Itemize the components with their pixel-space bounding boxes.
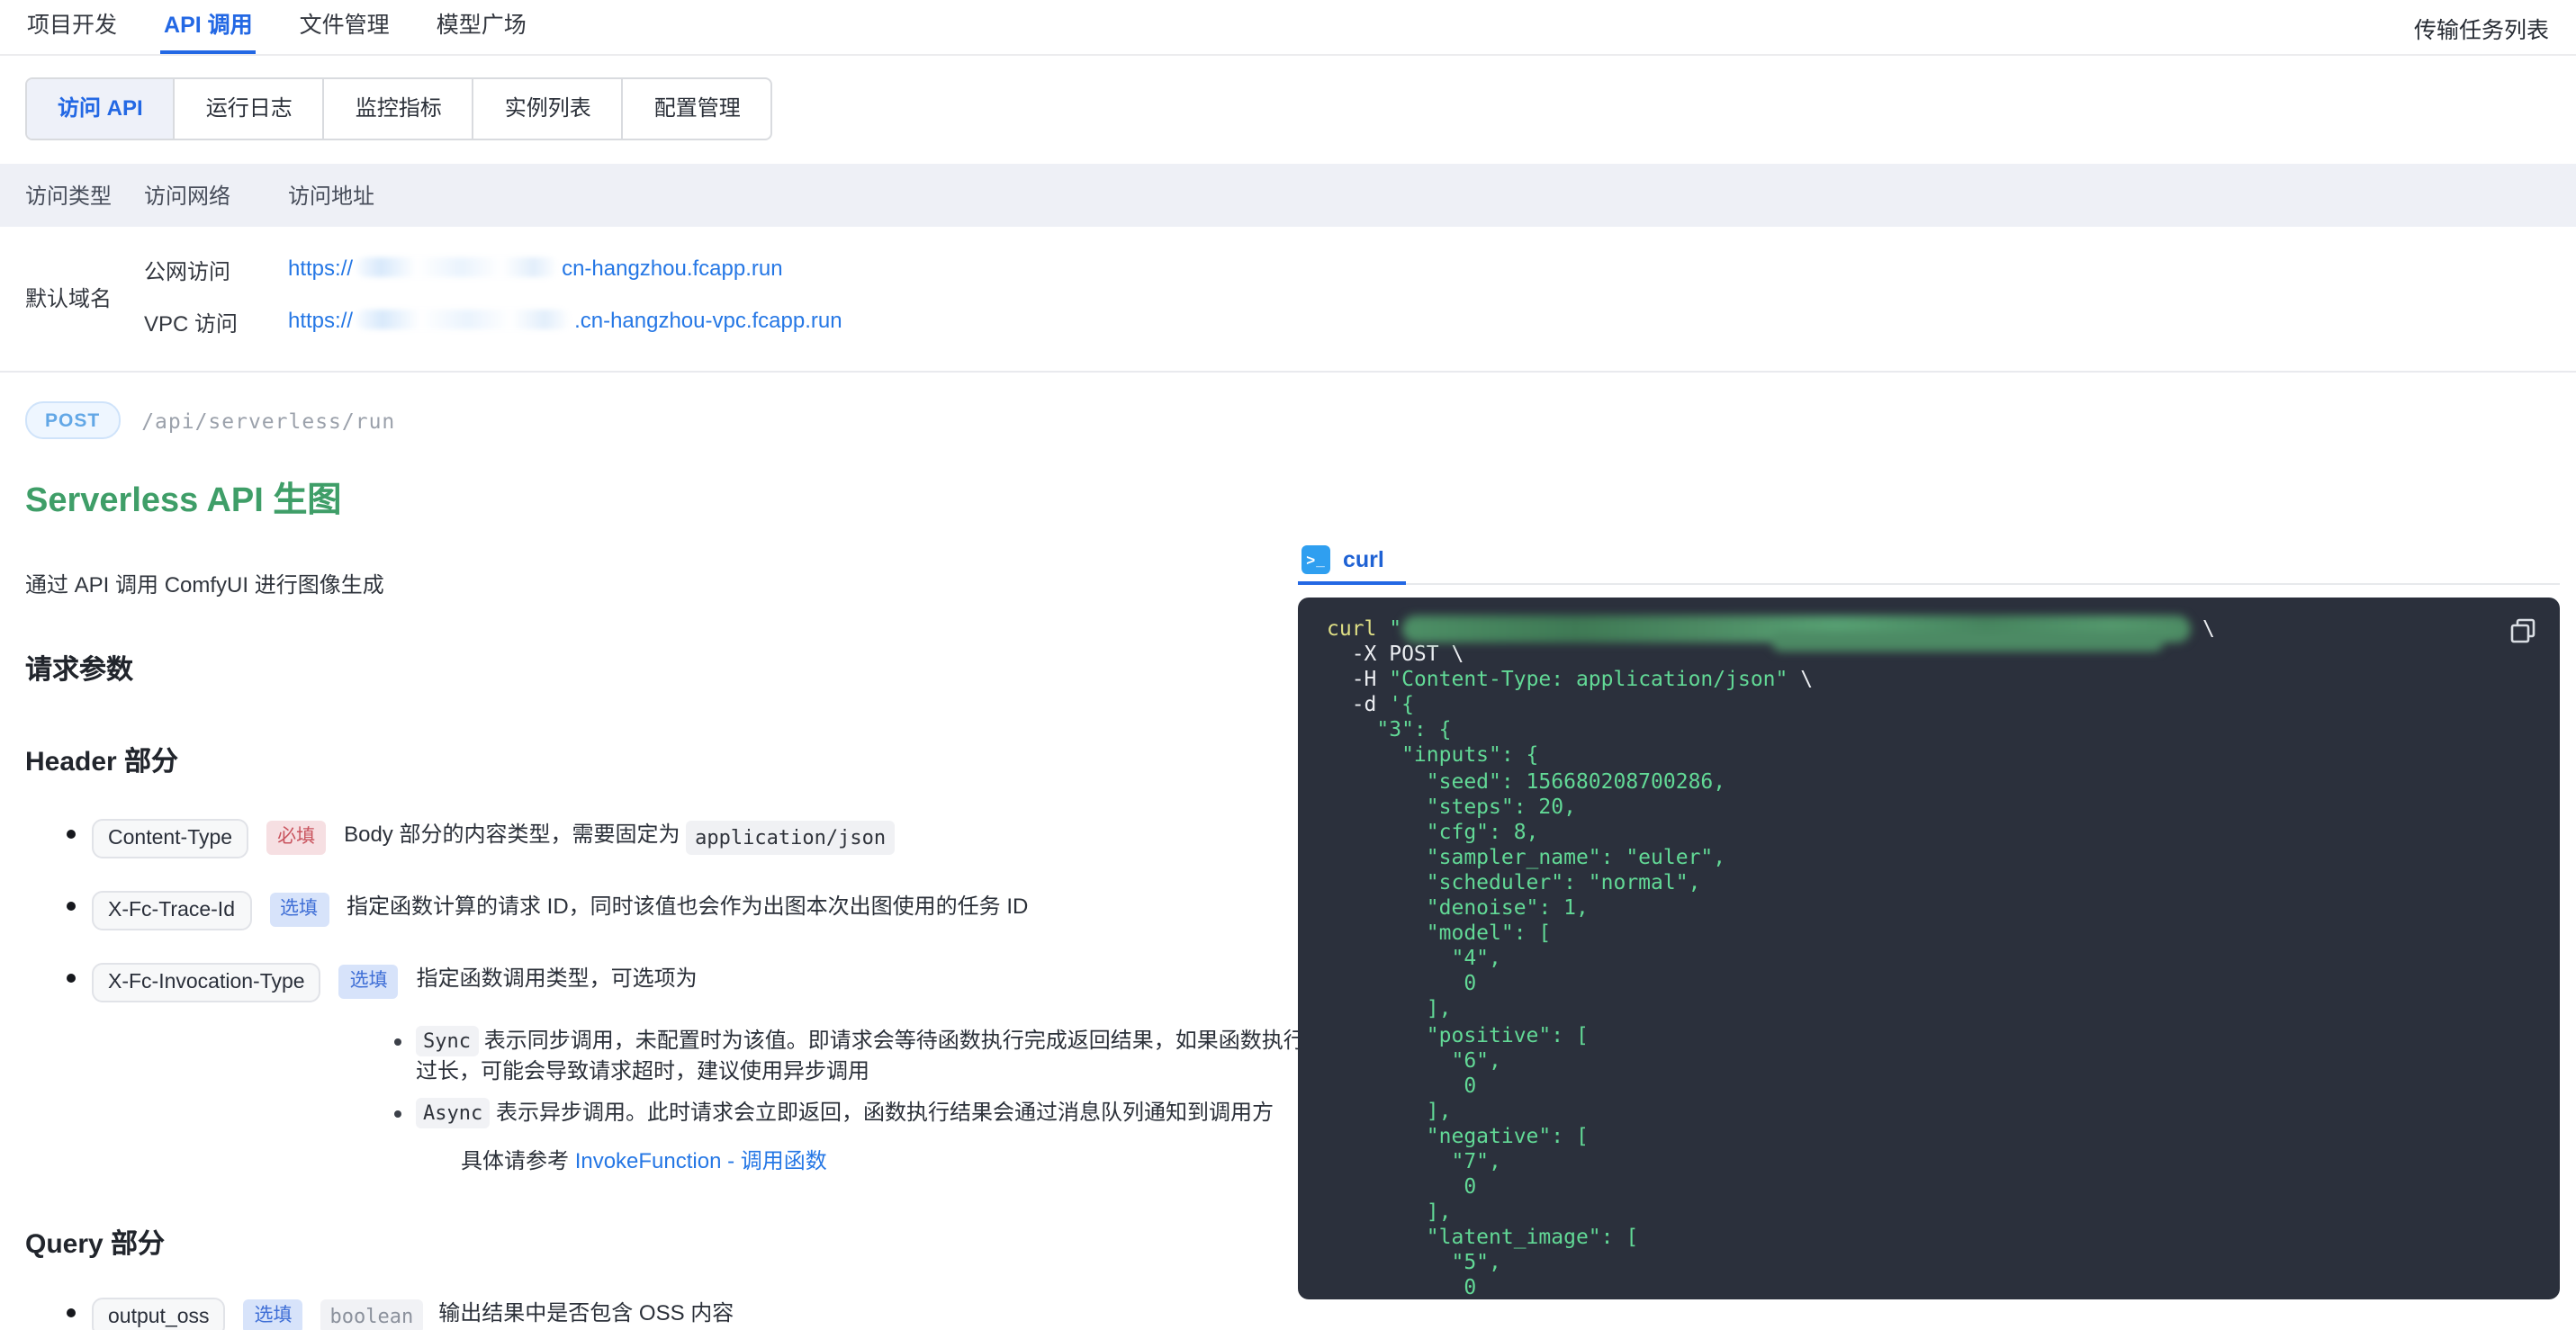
top-nav: 项目开发 API 调用 文件管理 模型广场 传输任务列表 — [0, 0, 2576, 56]
tab-monitor-metrics[interactable]: 监控指标 — [323, 79, 473, 139]
vpc-access-url[interactable]: https:// .cn-hangzhou-vpc.fcapp.run — [288, 308, 842, 333]
default-domain-cell: 默认域名 — [0, 245, 144, 349]
url-prefix: https:// — [288, 308, 353, 333]
code-panel: >_ curl curl " \ -X POST \ -H "Content-T… — [1298, 535, 2560, 1299]
code-token: " — [1389, 616, 1401, 641]
vpc-network-cell: VPC 访问 — [144, 297, 288, 349]
url-suffix: cn-hangzhou.fcapp.run — [562, 256, 783, 281]
doc-content: POST /api/serverless/run Serverless API … — [0, 401, 1366, 1330]
nav-item-api-call[interactable]: API 调用 — [164, 0, 253, 54]
tab-config-management[interactable]: 配置管理 — [622, 79, 771, 139]
access-table: 访问类型 访问网络 访问地址 默认域名 公网访问 https:// cn-hang… — [0, 164, 2576, 373]
code-tabbar: >_ curl — [1298, 535, 2560, 585]
curl-command: curl " \ -X POST \ -H "Content-Type: app… — [1327, 614, 2531, 1299]
nav-item-file-management[interactable]: 文件管理 — [300, 0, 390, 54]
endpoint-path: /api/serverless/run — [141, 408, 395, 433]
request-params-heading: 请求参数 — [25, 650, 1366, 687]
option-sync: Sync 表示同步调用，未配置时为该值。即请求会等待函数执行完成返回结果，如果函… — [394, 1026, 1348, 1087]
inline-code: Sync — [416, 1026, 478, 1056]
param-output-oss: output_oss 选填 boolean 输出结果中是否包含 OSS 内容 — [25, 1298, 1366, 1330]
redacted-url-segment — [356, 310, 571, 329]
param-x-fc-trace-id: X-Fc-Trace-Id 选填指定函数计算的请求 ID，同时该值也会作为出图本次… — [25, 891, 1366, 930]
code-json-body: "3": { "inputs": { "seed": 1566802087002… — [1327, 717, 2531, 1299]
tab-curl[interactable]: >_ curl — [1298, 535, 1406, 583]
param-name-chip: X-Fc-Invocation-Type — [92, 963, 321, 1002]
invoke-function-link[interactable]: InvokeFunction - 调用函数 — [575, 1148, 827, 1173]
reference-prefix: 具体请参考 — [461, 1148, 575, 1173]
invocation-options-list: Sync 表示同步调用，未配置时为该值。即请求会等待函数执行完成返回结果，如果函… — [394, 1026, 1348, 1128]
option-desc: 表示异步调用。此时请求会立即返回，函数执行结果会通过消息队列通知到调用方 — [496, 1100, 1274, 1125]
endpoint-line: POST /api/serverless/run — [25, 401, 1366, 439]
code-token: -H — [1327, 666, 1389, 691]
col-access-address: 访问地址 — [288, 164, 2576, 227]
param-name-chip: X-Fc-Trace-Id — [92, 891, 251, 930]
required-badge: 必填 — [266, 820, 326, 854]
option-desc: 表示同步调用，未配置时为该值。即请求会等待函数执行完成返回结果，如果函数执行时间… — [416, 1028, 1348, 1083]
tab-instance-list[interactable]: 实例列表 — [473, 79, 622, 139]
code-block: curl " \ -X POST \ -H "Content-Type: app… — [1298, 598, 2560, 1299]
code-token: \ — [1788, 666, 1813, 691]
url-suffix: .cn-hangzhou-vpc.fcapp.run — [574, 308, 842, 333]
param-desc: Body 部分的内容类型，需要固定为 — [344, 822, 680, 847]
access-table-body: 默认域名 公网访问 https://cn-hangzhou.fcapp.run … — [0, 227, 2576, 371]
public-access-url[interactable]: https:// cn-hangzhou.fcapp.run — [288, 256, 783, 281]
copy-icon[interactable] — [2509, 617, 2536, 644]
vpc-url-cell: https:// .cn-hangzhou-vpc.fcapp.run — [288, 297, 2576, 349]
access-table-header: 访问类型 访问网络 访问地址 — [0, 164, 2576, 227]
param-desc: 指定函数计算的请求 ID，同时该值也会作为出图本次出图使用的任务 ID — [347, 894, 1028, 919]
nav-item-model-plaza[interactable]: 模型广场 — [437, 0, 527, 54]
optional-badge: 选填 — [269, 892, 329, 926]
option-async: Async 表示异步调用。此时请求会立即返回，函数执行结果会通过消息队列通知到调… — [394, 1098, 1348, 1128]
inline-code: Async — [416, 1098, 490, 1128]
url-prefix: https:// — [288, 256, 353, 281]
code-token: -d — [1327, 692, 1389, 717]
query-section-heading: Query 部分 — [25, 1224, 1366, 1262]
http-method-badge: POST — [25, 401, 120, 439]
terminal-icon: >_ — [1302, 544, 1330, 573]
transfer-task-list-link[interactable]: 传输任务列表 — [2414, 10, 2549, 44]
optional-badge: 选填 — [339, 964, 399, 998]
reference-line: 具体请参考 InvokeFunction - 调用函数 — [461, 1146, 1366, 1177]
optional-badge: 选填 — [244, 1299, 303, 1330]
inline-code: application/json — [686, 820, 895, 854]
code-tab-label: curl — [1343, 546, 1384, 571]
param-name-chip: Content-Type — [92, 819, 248, 858]
tab-access-api[interactable]: 访问 API — [27, 79, 174, 139]
code-token: curl — [1327, 616, 1389, 641]
nav-item-project-dev[interactable]: 项目开发 — [27, 0, 117, 54]
page: 项目开发 API 调用 文件管理 模型广场 传输任务列表 访问 API 运行日志… — [0, 0, 2576, 1330]
param-desc: 输出结果中是否包含 OSS 内容 — [438, 1300, 734, 1326]
redacted-endpoint-url — [1401, 616, 2190, 643]
page-description: 通过 API 调用 ComfyUI 进行图像生成 — [25, 569, 1366, 599]
public-network-cell: 公网访问 — [144, 245, 288, 297]
code-token: \ — [2190, 616, 2215, 641]
header-params-list: Content-Type 必填 Body 部分的内容类型，需要固定为 applica… — [25, 819, 1366, 1177]
redacted-url-segment — [356, 257, 558, 277]
public-url-cell: https:// cn-hangzhou.fcapp.run — [288, 245, 2576, 297]
api-tabstrip: 访问 API 运行日志 监控指标 实例列表 配置管理 — [25, 77, 773, 140]
tab-run-logs[interactable]: 运行日志 — [174, 79, 323, 139]
code-token: "Content-Type: application/json" — [1389, 666, 1788, 691]
param-name-chip: output_oss — [92, 1298, 226, 1330]
header-section-heading: Header 部分 — [25, 741, 1366, 779]
param-type: boolean — [321, 1299, 423, 1330]
page-title: Serverless API 生图 — [25, 482, 1366, 522]
query-params-list: output_oss 选填 boolean 输出结果中是否包含 OSS 内容 outp… — [25, 1298, 1366, 1330]
param-x-fc-invocation-type: X-Fc-Invocation-Type 选填指定函数调用类型，可选项为 Sync… — [25, 963, 1366, 1177]
code-token: '{ — [1389, 692, 1414, 717]
col-access-network: 访问网络 — [144, 164, 288, 227]
col-access-type: 访问类型 — [0, 164, 144, 227]
param-content-type: Content-Type 必填 Body 部分的内容类型，需要固定为 applica… — [25, 819, 1366, 858]
param-desc: 指定函数调用类型，可选项为 — [417, 966, 698, 991]
